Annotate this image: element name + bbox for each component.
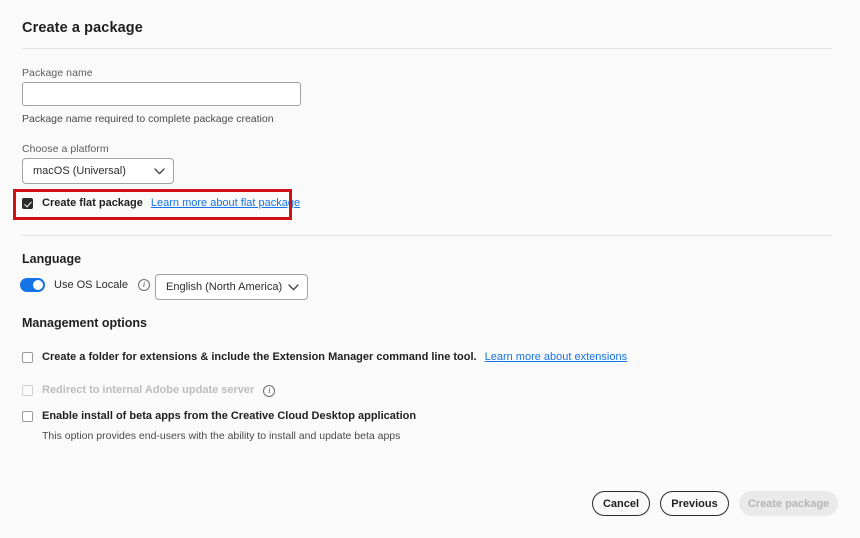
package-name-input[interactable]	[22, 82, 301, 106]
beta-apps-checkbox[interactable]	[22, 411, 33, 422]
package-name-label: Package name	[22, 67, 93, 79]
info-icon[interactable]: i	[137, 279, 150, 291]
package-name-helper: Package name required to complete packag…	[22, 113, 274, 125]
language-select-value: English (North America)	[166, 281, 283, 293]
use-os-locale-row[interactable]: Use OS Locale i	[20, 278, 150, 292]
extensions-label: Create a folder for extensions & include…	[42, 351, 477, 363]
chevron-down-icon	[283, 275, 307, 299]
platform-select[interactable]: macOS (Universal)	[22, 158, 174, 184]
extensions-checkbox[interactable]	[22, 352, 33, 363]
extensions-option-row[interactable]: Create a folder for extensions & include…	[22, 352, 627, 363]
section-divider	[22, 235, 832, 236]
beta-apps-option-row[interactable]: Enable install of beta apps from the Cre…	[22, 411, 416, 422]
chevron-down-icon	[149, 159, 173, 183]
flat-package-checkbox[interactable]	[22, 198, 33, 209]
flat-package-learn-more-link[interactable]: Learn more about flat package	[151, 198, 300, 209]
use-os-locale-label: Use OS Locale	[54, 279, 128, 291]
extensions-learn-more-link[interactable]: Learn more about extensions	[485, 352, 627, 363]
create-package-dialog: Create a package Package name Package na…	[0, 0, 860, 538]
cancel-button[interactable]: Cancel	[592, 491, 650, 516]
flat-package-label: Create flat package	[42, 197, 143, 209]
page-title: Create a package	[22, 20, 143, 36]
beta-apps-label: Enable install of beta apps from the Cre…	[42, 410, 417, 422]
redirect-update-server-row: Redirect to internal Adobe update server…	[22, 384, 276, 397]
flat-package-row[interactable]: Create flat package Learn more about fla…	[22, 198, 300, 209]
platform-label: Choose a platform	[22, 143, 109, 155]
toggle-knob	[33, 280, 43, 290]
redirect-update-server-label: Redirect to internal Adobe update server	[42, 384, 255, 396]
create-package-button: Create package	[739, 491, 838, 516]
language-select[interactable]: English (North America)	[155, 274, 308, 300]
redirect-update-server-checkbox	[22, 385, 33, 396]
language-heading: Language	[22, 252, 82, 266]
management-options-heading: Management options	[22, 316, 148, 330]
platform-select-value: macOS (Universal)	[33, 165, 126, 177]
header-divider	[22, 48, 832, 49]
info-icon[interactable]: i	[263, 385, 276, 397]
previous-button[interactable]: Previous	[660, 491, 729, 516]
use-os-locale-toggle[interactable]	[20, 278, 45, 292]
beta-apps-description: This option provides end-users with the …	[42, 430, 401, 442]
